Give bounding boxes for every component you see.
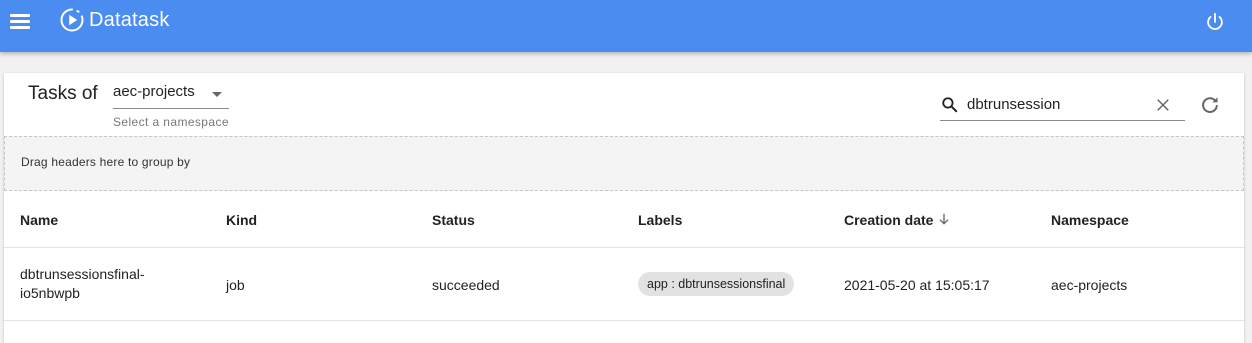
- tasks-card: Tasks of aec-projects Select a namespace…: [4, 73, 1244, 343]
- play-logo-icon: [60, 8, 84, 32]
- app-bar: Datatask: [0, 0, 1252, 52]
- cell-kind: job: [226, 277, 245, 293]
- search-field[interactable]: [940, 90, 1185, 121]
- table-row[interactable]: dbtrunsessionsfinal- io5nbwpb job succee…: [4, 248, 1244, 321]
- cell-status: succeeded: [432, 277, 500, 293]
- app-title: Datatask: [89, 9, 170, 31]
- column-header-labels[interactable]: Labels: [638, 212, 682, 228]
- search-input[interactable]: [967, 93, 1147, 115]
- menu-icon[interactable]: [10, 10, 30, 32]
- page-title: Tasks of: [28, 83, 98, 104]
- dropdown-caret-icon: [212, 92, 222, 97]
- namespace-select[interactable]: aec-projects: [113, 79, 229, 109]
- namespace-select-value: aec-projects: [113, 83, 195, 100]
- power-icon[interactable]: [1204, 11, 1226, 33]
- cell-namespace: aec-projects: [1051, 277, 1128, 293]
- sort-descending-icon[interactable]: [936, 211, 952, 227]
- group-panel-hint: Drag headers here to group by: [21, 155, 191, 169]
- column-header-creation-date-label: Creation date: [844, 212, 934, 228]
- group-by-panel[interactable]: Drag headers here to group by: [4, 136, 1244, 191]
- cell-name: dbtrunsessionsfinal- io5nbwpb: [20, 265, 145, 303]
- namespace-helper-text: Select a namespace: [113, 115, 229, 129]
- close-icon[interactable]: [1154, 96, 1172, 114]
- label-chip: app : dbtrunsessionsfinal: [638, 272, 795, 296]
- column-header-status[interactable]: Status: [432, 212, 475, 228]
- cell-creation-date: 2021-05-20 at 15:05:17: [844, 277, 990, 293]
- cell-name-line1: dbtrunsessionsfinal-: [20, 266, 145, 282]
- refresh-icon[interactable]: [1199, 94, 1221, 116]
- cell-name-line2: io5nbwpb: [20, 285, 80, 301]
- column-header-name[interactable]: Name: [20, 212, 58, 228]
- column-header-creation-date[interactable]: Creation date: [844, 212, 949, 228]
- table-header-row: Name Kind Status Labels Creation date Na…: [4, 190, 1244, 248]
- search-icon: [942, 97, 958, 113]
- column-header-kind[interactable]: Kind: [226, 212, 257, 228]
- column-header-namespace[interactable]: Namespace: [1051, 212, 1129, 228]
